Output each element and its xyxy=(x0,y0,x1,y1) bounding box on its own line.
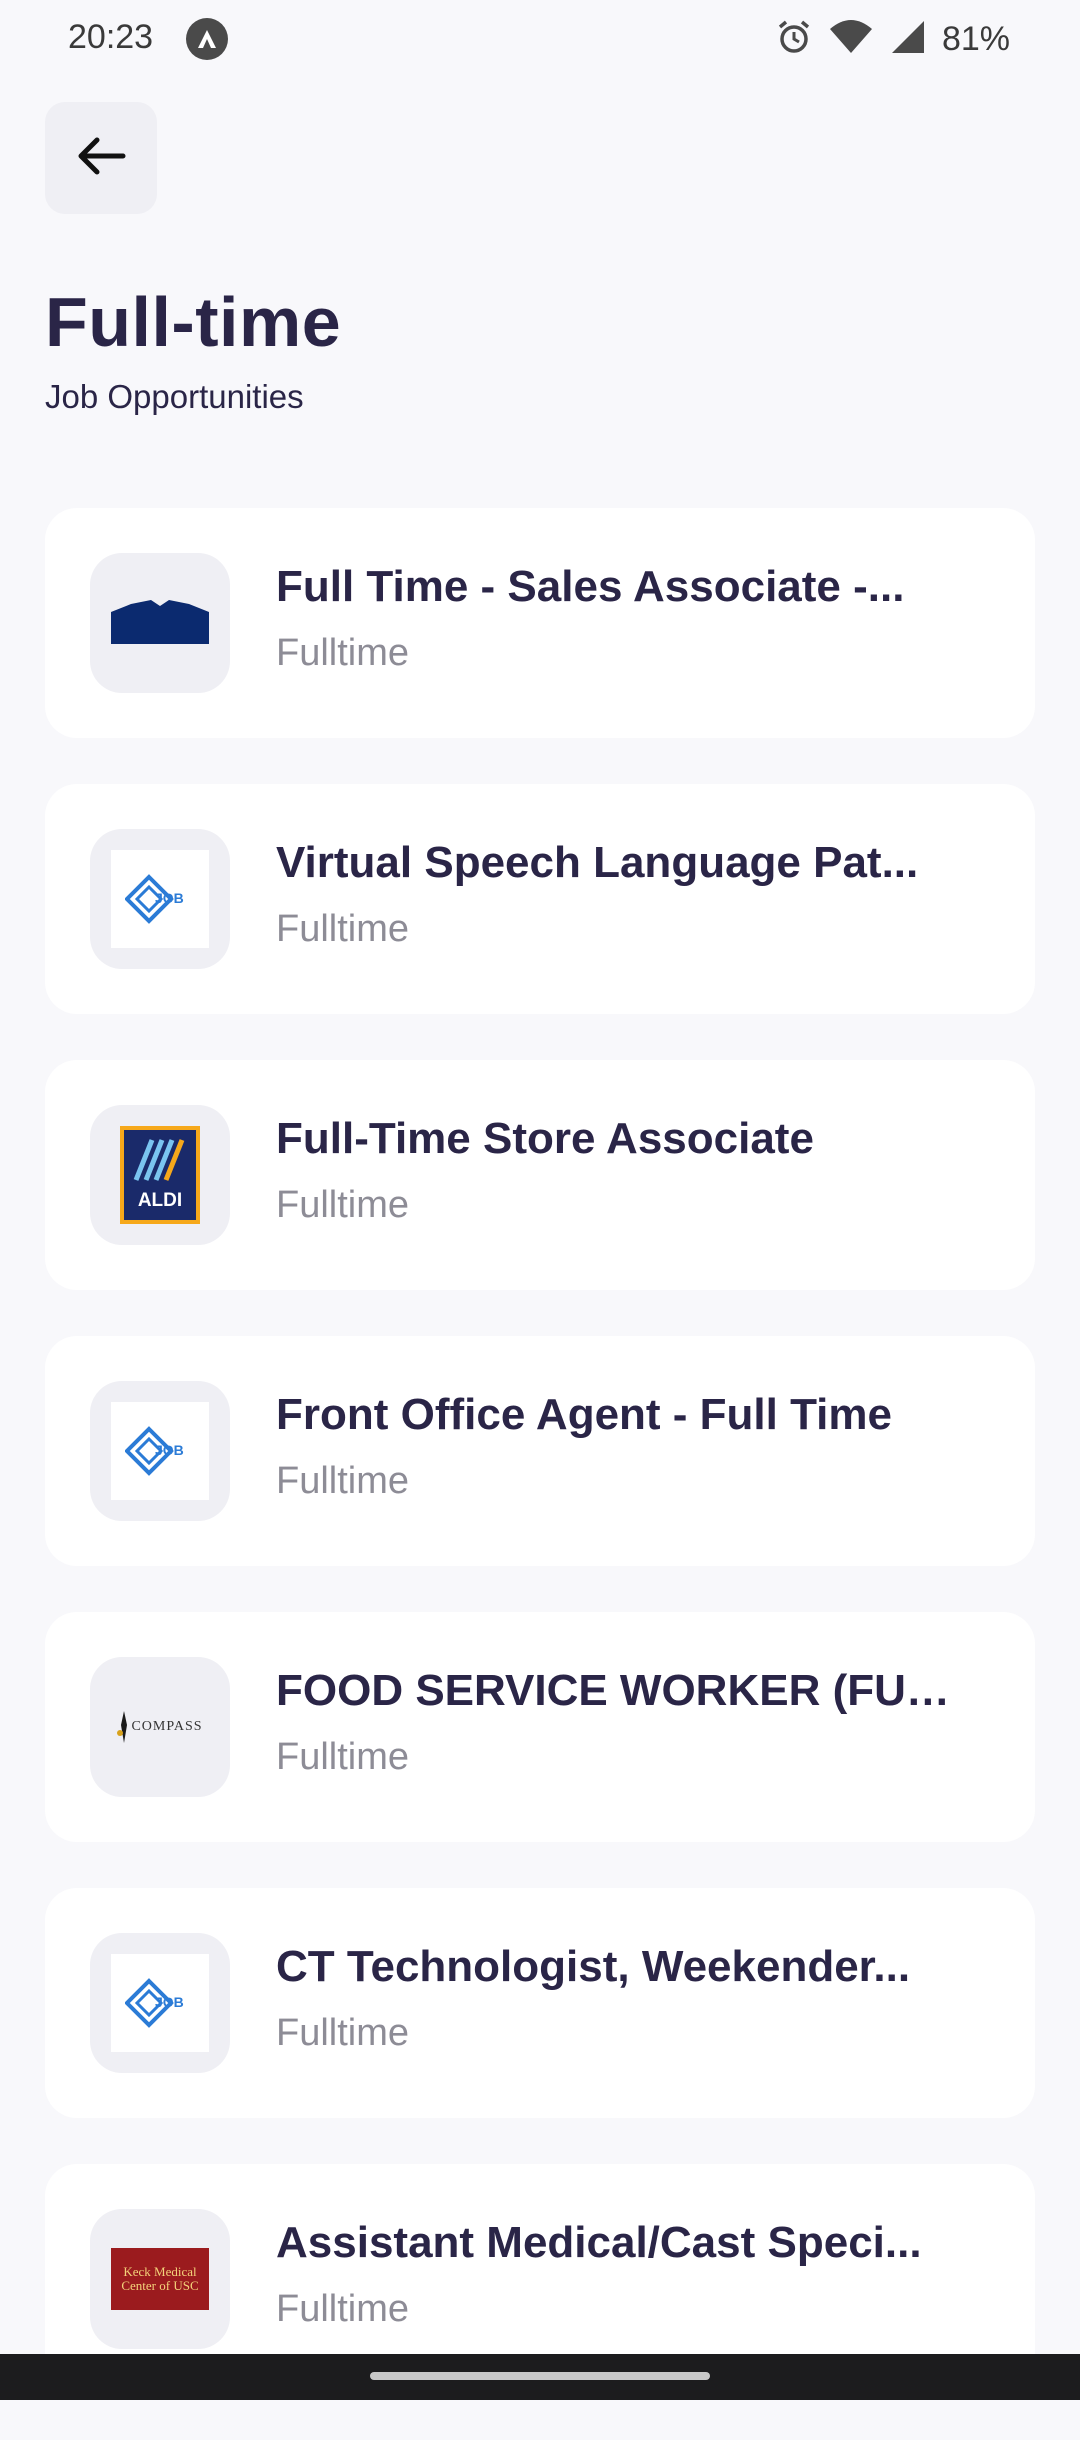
job-card[interactable]: JOB Front Office Agent - Full Time Fullt… xyxy=(45,1336,1035,1566)
job-logo: JOB xyxy=(111,1402,209,1500)
keck-text: Keck Medical Center of USC xyxy=(121,2264,199,2293)
job-type: Fulltime xyxy=(276,2288,410,2330)
job-type: Fulltime xyxy=(276,1736,410,1778)
job-type: Fulltime xyxy=(276,632,410,674)
job-logo: JOB xyxy=(111,1954,209,2052)
job-list: Full Time - Sales Associate -... Fulltim… xyxy=(45,508,1035,2440)
job-logo-text: JOB xyxy=(155,1442,184,1458)
wifi-icon xyxy=(828,17,874,62)
job-type: Fulltime xyxy=(276,908,410,950)
job-card[interactable]: Full Time - Sales Associate -... Fulltim… xyxy=(45,508,1035,738)
page-subtitle: Job Opportunities xyxy=(45,378,304,415)
company-logo: Keck Medical Center of USC xyxy=(90,2209,230,2349)
status-bar: 20:23 81% xyxy=(0,0,1080,80)
job-type: Fulltime xyxy=(276,2012,410,2054)
job-logo: JOB xyxy=(111,850,209,948)
page-title: Full-time xyxy=(45,283,342,361)
tent-logo xyxy=(111,574,209,672)
compass-text: COMPASS xyxy=(131,1719,203,1734)
company-logo: JOB xyxy=(90,829,230,969)
aldi-text: ALDI xyxy=(137,1190,183,1211)
job-title: FOOD SERVICE WORKER (FUL... xyxy=(276,1666,956,1715)
company-logo: COMPASS xyxy=(90,1657,230,1797)
job-card[interactable]: JOB Virtual Speech Language Pat... Fullt… xyxy=(45,784,1035,1014)
job-title: CT Technologist, Weekender... xyxy=(276,1942,911,1991)
app-a-icon xyxy=(186,18,228,60)
job-type: Fulltime xyxy=(276,1184,410,1226)
keck-logo: Keck Medical Center of USC xyxy=(111,2230,209,2328)
status-time: 20:23 xyxy=(68,18,154,56)
company-logo: ALDI xyxy=(90,1105,230,1245)
battery-percent: 81% xyxy=(941,19,1010,58)
job-card[interactable]: JOB CT Technologist, Weekender... Fullti… xyxy=(45,1888,1035,2118)
company-logo xyxy=(90,553,230,693)
arrow-left-icon xyxy=(75,136,127,181)
job-title: Full-Time Store Associate xyxy=(276,1114,814,1163)
job-title: Virtual Speech Language Pat... xyxy=(276,838,919,887)
back-button[interactable] xyxy=(45,102,157,214)
job-card[interactable]: COMPASS FOOD SERVICE WORKER (FUL... Full… xyxy=(45,1612,1035,1842)
company-logo: JOB xyxy=(90,1381,230,1521)
status-icons: 81% xyxy=(774,16,1010,62)
compass-logo: COMPASS xyxy=(111,1678,209,1776)
job-title: Front Office Agent - Full Time xyxy=(276,1390,892,1439)
system-nav-bar xyxy=(0,2354,1080,2400)
aldi-logo: ALDI xyxy=(111,1126,209,1224)
job-type: Fulltime xyxy=(276,1460,410,1502)
company-logo: JOB xyxy=(90,1933,230,2073)
job-title: Assistant Medical/Cast Speci... xyxy=(276,2218,922,2267)
job-title: Full Time - Sales Associate -... xyxy=(276,562,905,611)
home-gesture-handle[interactable] xyxy=(370,2372,710,2380)
job-logo-text: JOB xyxy=(155,890,184,906)
job-logo-text: JOB xyxy=(155,1994,184,2010)
job-card[interactable]: ALDI Full-Time Store Associate Fulltime xyxy=(45,1060,1035,1290)
signal-icon xyxy=(888,17,928,62)
alarm-icon xyxy=(774,17,814,62)
